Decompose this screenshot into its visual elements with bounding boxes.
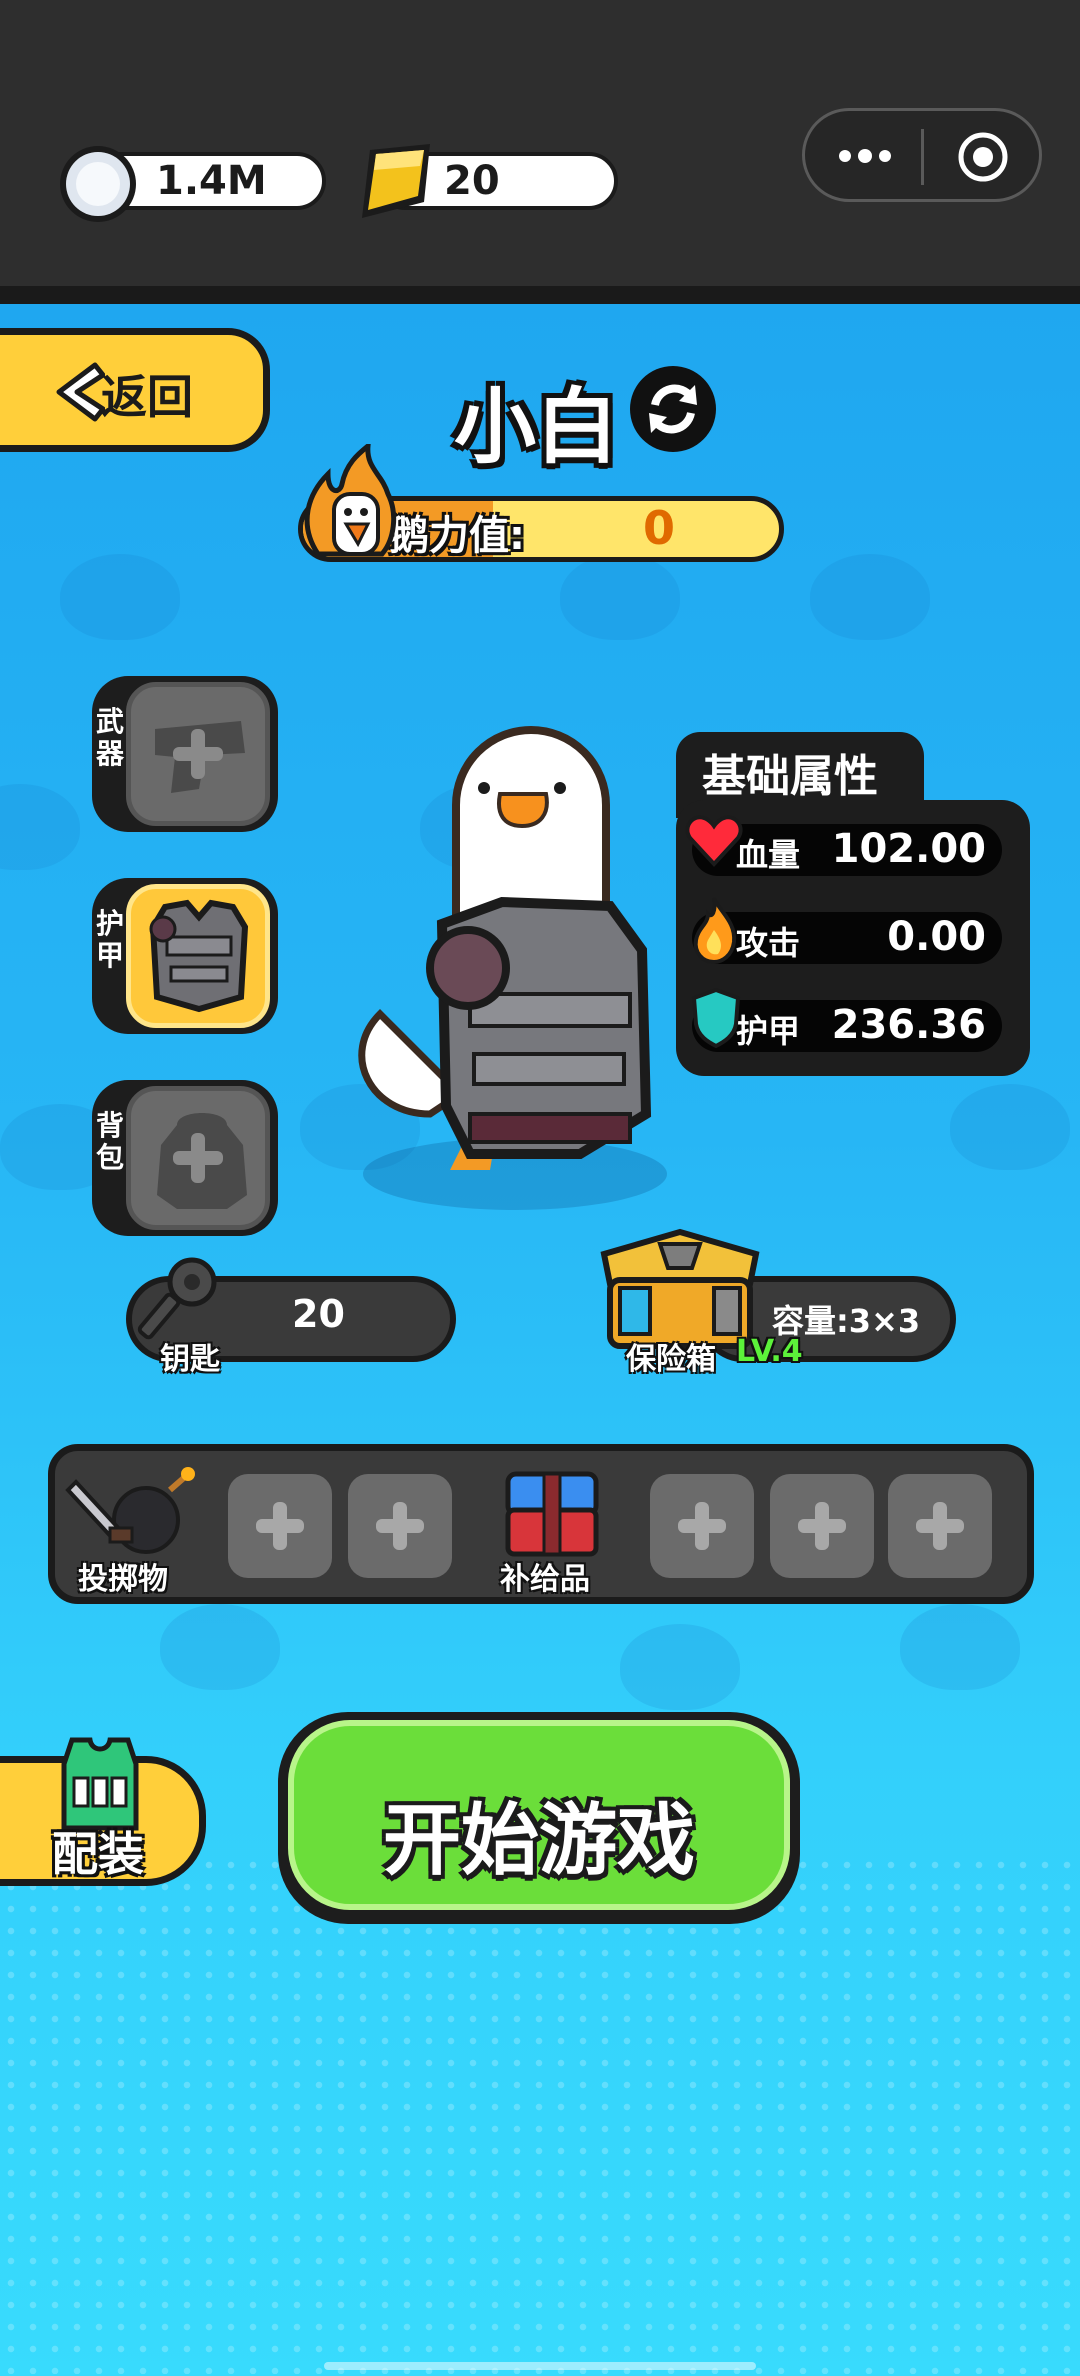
backpack-slot[interactable]: 背包 — [92, 1080, 278, 1236]
miniprogram-capsule — [802, 108, 1042, 202]
start-game-label: 开始游戏 — [382, 1796, 695, 1886]
supply-slot-1[interactable] — [650, 1474, 754, 1578]
armor-slot-label: 护甲 — [96, 907, 125, 972]
stat-hp-value: 102.00 — [831, 826, 986, 872]
capsule-divider — [921, 129, 924, 185]
gold-bar-icon — [362, 144, 430, 218]
armor-slot[interactable]: 护甲 — [92, 878, 278, 1034]
supply-slot-3[interactable] — [888, 1474, 992, 1578]
add-icon — [916, 1502, 964, 1550]
throwable-slot-1[interactable] — [228, 1474, 332, 1578]
silver-coin-icon — [60, 146, 136, 222]
back-label: 返回 — [101, 370, 193, 424]
stats-title: 基础属性 — [702, 751, 878, 802]
dot-pattern — [0, 1854, 1080, 2374]
power-label: 鹅力值: — [389, 513, 525, 559]
home-indicator — [324, 2362, 756, 2370]
add-backpack-icon — [173, 1133, 223, 1183]
heart-icon — [685, 815, 743, 867]
backpack-slot-label: 背包 — [96, 1109, 125, 1174]
close-miniprogram-icon[interactable] — [955, 129, 1011, 185]
loadout-label: 配装 — [52, 1827, 144, 1881]
safe-level: LV.4 — [736, 1334, 803, 1369]
safe-label: 保险箱 — [626, 1342, 716, 1377]
weapon-slot-label: 武器 — [96, 705, 125, 770]
throwable-slot-2[interactable] — [348, 1474, 452, 1578]
angry-goose-fire-icon — [304, 444, 397, 557]
stat-attack-value: 0.00 — [887, 914, 986, 960]
top-bar-edge — [0, 286, 1080, 304]
stat-armor-label: 护甲 — [736, 1012, 801, 1050]
gold-amount: 20 — [444, 158, 500, 204]
stat-attack-label: 攻击 — [736, 924, 801, 962]
back-arrow-icon — [56, 362, 105, 422]
supply-slot-2[interactable] — [770, 1474, 874, 1578]
flame-icon — [693, 897, 737, 964]
power-value: 0 — [643, 501, 676, 555]
supply-crate-icon[interactable] — [500, 1464, 604, 1558]
start-game-button[interactable]: 开始游戏 — [278, 1712, 800, 1924]
throwable-label: 投掷物 — [78, 1562, 168, 1597]
key-icon — [137, 1257, 217, 1340]
weapon-slot[interactable]: 武器 — [92, 676, 278, 832]
switch-character-button[interactable] — [630, 366, 716, 452]
game-area: 返回 小白 鹅力值: 0 武器 护甲 背包 基础属性 血量 102.00 攻击 … — [0, 304, 1080, 2376]
add-icon — [678, 1502, 726, 1550]
stat-armor-value: 236.36 — [831, 1002, 986, 1048]
goose-character — [358, 726, 667, 1210]
character-name: 小白 — [454, 380, 619, 475]
add-weapon-icon — [173, 729, 223, 779]
refresh-icon — [649, 384, 697, 434]
more-icon[interactable] — [835, 141, 895, 171]
keys-value: 20 — [292, 1292, 345, 1336]
armor-vest-icon — [149, 899, 249, 1013]
stat-hp-label: 血量 — [736, 836, 801, 874]
shield-icon — [691, 987, 741, 1048]
add-icon — [376, 1502, 424, 1550]
add-icon — [798, 1502, 846, 1550]
back-button[interactable]: 返回 — [0, 328, 270, 452]
keys-label: 钥匙 — [160, 1342, 220, 1377]
throwable-icon[interactable] — [62, 1462, 202, 1562]
silver-amount: 1.4M — [156, 158, 267, 204]
supply-label: 补给品 — [500, 1562, 590, 1597]
add-icon — [256, 1502, 304, 1550]
